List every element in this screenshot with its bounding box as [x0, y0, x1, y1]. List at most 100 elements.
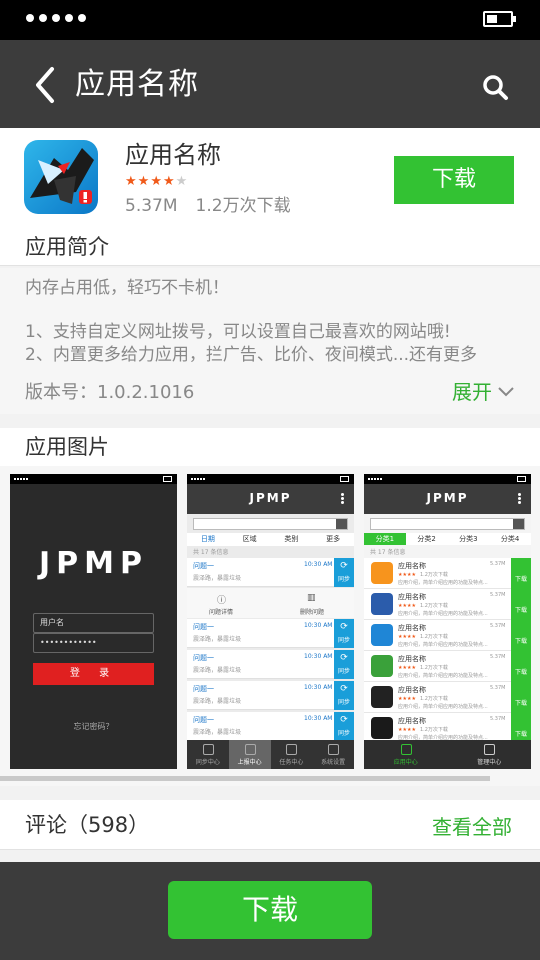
- shot-app-icon: [371, 686, 393, 708]
- shot-status-bar: [10, 474, 177, 484]
- expand-button[interactable]: 展开: [452, 378, 514, 406]
- shot-app-download: 下载: [511, 589, 531, 620]
- shot-app-name: 应用名称: [398, 717, 426, 725]
- intro-line-1: 内存占用低，轻巧不卡机！: [25, 278, 229, 298]
- shot-app-downloads: 1.2万次下载: [419, 603, 448, 609]
- shot-username-field: 用户名: [33, 613, 154, 633]
- shot-forgot-password: 忘记密码？: [73, 722, 114, 731]
- shot-app-icon: [371, 593, 393, 615]
- rating-stars: ★ ★ ★ ★ ★: [125, 174, 187, 190]
- shot-row-time: 10:30 AM: [304, 561, 333, 568]
- shot-sync-label: 同步: [337, 699, 350, 706]
- back-arrow-icon[interactable]: [30, 63, 64, 107]
- shot-app-name: 应用名称: [398, 593, 426, 601]
- shot-status-bar: [364, 474, 531, 484]
- shot-row: 问题一 震泽路，暴露垃圾 10:30 AM ⟳ 同步: [187, 558, 354, 587]
- shot-logo: JPMP: [249, 491, 292, 505]
- shot-category-tab: 分类1: [364, 533, 406, 545]
- shot-sync: ⟳ 同步: [334, 712, 354, 741]
- gallery-scrollbar[interactable]: [0, 776, 490, 781]
- download-button[interactable]: 下载: [394, 156, 514, 204]
- star-icon: ★: [137, 174, 150, 189]
- view-all-link[interactable]: 查看全部: [432, 813, 512, 841]
- shot-app-download: 下载: [511, 682, 531, 713]
- shot-app-stars: ★★★★ 1.2万次下载: [398, 696, 448, 702]
- shot-row: 问题一 震泽路，暴露垃圾 10:30 AM ⟳ 同步: [187, 712, 354, 741]
- shot-app-size: 5.37M: [490, 623, 506, 629]
- shot-app-row: 应用名称 ★★★★ 1.2万次下载应用介绍，简单介绍应用的功能及特点... 5.37M…: [364, 651, 531, 682]
- shot-app-stars: ★★★★ 1.2万次下载: [398, 665, 448, 671]
- shot-filter: 更多: [326, 535, 341, 543]
- shot-app-desc: 应用介绍，简单介绍应用的功能及特点...: [398, 611, 488, 617]
- shot-count: 共 17 条信息: [370, 549, 406, 556]
- shot-header: JPMP: [364, 484, 531, 514]
- shot-app-downloads: 1.2万次下载: [419, 696, 448, 702]
- shot-app-download: 下载: [511, 651, 531, 682]
- signal-dots-icon: [26, 14, 86, 22]
- shot-app-downloads: 1.2万次下载: [419, 665, 448, 671]
- shot-app-stars: ★★★★ 1.2万次下载: [398, 727, 448, 733]
- shot-row-time: 10:30 AM: [304, 684, 333, 691]
- screenshot-login[interactable]: JPMP 用户名 •••••••••••• 登 录 忘记密码？: [10, 474, 177, 769]
- shot-tab: 上报中心: [228, 740, 271, 769]
- shot-sync: ⟳ 同步: [334, 650, 354, 679]
- shot-row: 问题一 震泽路，暴露垃圾 10:30 AM ⟳ 同步: [187, 619, 354, 648]
- shot-app-row: 应用名称 ★★★★ 1.2万次下载 应用介绍，简单介绍应用的功能及特点... 5.37M…: [364, 589, 531, 620]
- shot-app-icon: [371, 624, 393, 646]
- app-icon: [24, 140, 98, 214]
- star-icon: ★: [125, 174, 137, 189]
- shot-app-row: 应用名称 ★★★★ 1.2万次下载应用介绍，简单介绍应用的功能及特点... 5.37M…: [364, 682, 531, 713]
- shot-app-size: 5.37M: [490, 561, 506, 567]
- screenshot-app-list[interactable]: JPMP 分类1 分类2 分类3 分类4 共 17 条信息 应用名称 ★★★★ 1.…: [364, 474, 531, 769]
- shot-row-title: 问题一: [193, 654, 214, 662]
- shot-app-name: 应用名称: [398, 686, 426, 694]
- shot-app-name: 应用名称: [398, 655, 426, 663]
- screenshots-header: 应用图片: [25, 435, 109, 459]
- shot-app-download: 下载: [511, 558, 531, 589]
- shot-app-stars: ★★★★ 1.2万次下载: [398, 634, 448, 640]
- shot-tab: 任务中心: [271, 740, 313, 769]
- version-text: 版本号：1.0.2.1016: [25, 382, 195, 403]
- shot-app-desc: 应用介绍，简单介绍应用的功能及特点...: [398, 673, 488, 679]
- shot-app-desc: 应用介绍，简单介绍应用的功能及特点...: [398, 704, 488, 710]
- page-title: 应用名称: [75, 67, 199, 102]
- star-icon: ★: [150, 174, 162, 189]
- shot-category-tab: 分类3: [459, 535, 478, 543]
- app-name: 应用名称: [125, 141, 221, 169]
- app-size: 5.37M: [125, 196, 178, 216]
- shot-app-size: 5.37M: [490, 716, 506, 722]
- shot-header: JPMP: [187, 484, 354, 514]
- shot-password-field: ••••••••••••: [33, 633, 154, 653]
- shot-row-desc: 震泽路，暴露垃圾: [193, 667, 242, 674]
- shot-filter: 日期: [200, 535, 215, 543]
- more-icon: [518, 493, 521, 496]
- bottom-download-button[interactable]: 下载: [168, 881, 372, 939]
- search-icon[interactable]: [480, 72, 510, 102]
- intro-line-3: 2、内置更多给力应用，拦广告、比价、夜间模式...还有更多: [25, 345, 478, 365]
- shot-row-time: 10:30 AM: [304, 653, 333, 660]
- shot-app-size: 5.37M: [490, 654, 506, 660]
- shot-sync: ⟳ 同步: [334, 681, 354, 710]
- shot-action-delete: 删除问题: [300, 609, 325, 616]
- shot-app-icon: [371, 717, 393, 739]
- shot-app-size: 5.37M: [490, 685, 506, 691]
- intro-line-2: 1、支持自定义网址拨号，可以设置自己最喜欢的网站哦!: [25, 322, 451, 342]
- shot-row-title: 问题一: [193, 623, 214, 631]
- shot-row-title: 问题一: [193, 716, 214, 724]
- screenshot-issue-list[interactable]: JPMP 日期 区域 类别 更多 共 17 条信息 问题一 震泽路，暴露垃圾 10:…: [187, 474, 354, 769]
- shot-sync-label: 同步: [337, 637, 350, 644]
- shot-action-row: ⓘ 问题详情 ▥ 删除问题: [187, 588, 354, 618]
- shot-app-stars: ★★★★ 1.2万次下载: [398, 603, 448, 609]
- intro-section-header: 应用简介: [0, 228, 540, 266]
- comments-label: 评论（598）: [25, 813, 150, 837]
- intro-header: 应用简介: [25, 235, 109, 259]
- shot-row-title: 问题一: [193, 562, 214, 570]
- shot-app-stars: ★★★★ 1.2万次下载: [398, 572, 448, 578]
- shot-app-icon: [371, 655, 393, 677]
- shot-bottom-tab: 应用中心: [364, 740, 448, 769]
- shot-category-tab: 分类4: [500, 535, 520, 543]
- shot-tab-bar: 同步中心 上报中心 任务中心 系统设置: [187, 740, 354, 769]
- shot-tab: 同步中心: [187, 740, 229, 769]
- shot-filters: 日期 区域 类别 更多: [187, 533, 354, 546]
- shot-search-bar: [193, 518, 348, 530]
